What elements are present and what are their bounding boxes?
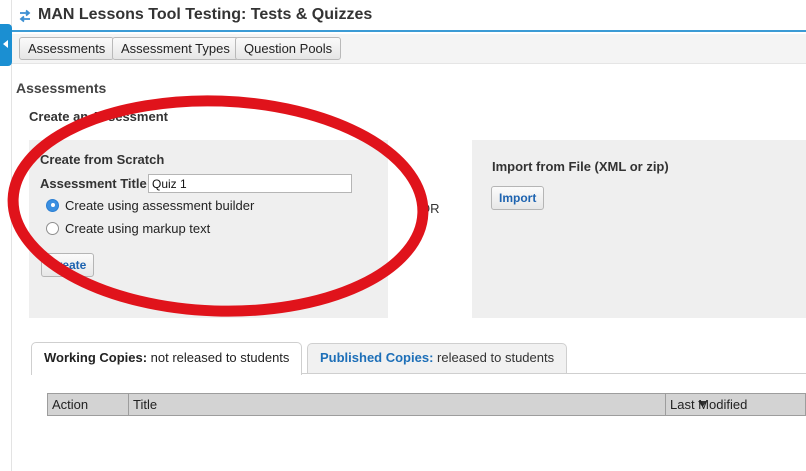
question-pools-button[interactable]: Question Pools [235,37,342,60]
tab-working-copies-rest: not released to students [147,350,290,365]
assessment-title-input[interactable] [148,174,352,193]
import-button[interactable]: Import [491,186,545,210]
tool-toolbar: Assessments Assessment Types Question Po… [12,34,806,64]
tab-published-copies[interactable]: Published Copies: released to students [307,343,568,373]
swap-arrows-icon[interactable] [18,9,32,23]
tool-header: MAN Lessons Tool Testing: Tests & Quizze… [12,0,806,32]
column-last-modified[interactable]: Last Modified [666,394,806,415]
copies-tabs: Working Copies: not released to students… [31,342,806,375]
create-button[interactable]: Create [41,253,95,277]
tab-published-copies-strong: Published Copies: [320,350,434,365]
create-from-scratch-panel: Create from Scratch Assessment Title Cre… [29,140,388,318]
option-markup-text[interactable]: Create using markup text [46,219,210,237]
create-assessment-heading: Create an Assessment [29,109,168,124]
collapse-sidebar-tab[interactable] [0,24,12,66]
option-assessment-builder[interactable]: Create using assessment builder [46,196,254,214]
create-from-scratch-title: Create from Scratch [40,152,165,167]
import-panel: Import from File (XML or zip) Import [472,140,806,318]
or-separator: OR [420,201,440,216]
triangle-left-icon [3,40,8,48]
column-action[interactable]: Action [48,394,128,415]
assessments-button[interactable]: Assessments [19,37,115,60]
tab-published-copies-rest: released to students [433,350,555,365]
column-title[interactable]: Title [129,394,665,415]
option-label: Create using markup text [65,220,211,236]
tab-working-copies[interactable]: Working Copies: not released to students [31,342,303,375]
section-heading: Assessments [16,80,107,96]
page-title: MAN Lessons Tool Testing: Tests & Quizze… [38,6,373,23]
import-title: Import from File (XML or zip) [492,159,669,174]
tab-working-copies-strong: Working Copies: [44,350,148,365]
option-label: Create using assessment builder [65,197,255,213]
radio-button-checked[interactable] [46,198,59,212]
assessments-table-header: Action Title Last Modified [47,393,806,416]
left-rail [0,0,12,471]
assessment-title-label: Assessment Title [40,176,147,191]
assessment-types-button[interactable]: Assessment Types [112,37,239,60]
radio-button-unchecked[interactable] [46,221,59,235]
